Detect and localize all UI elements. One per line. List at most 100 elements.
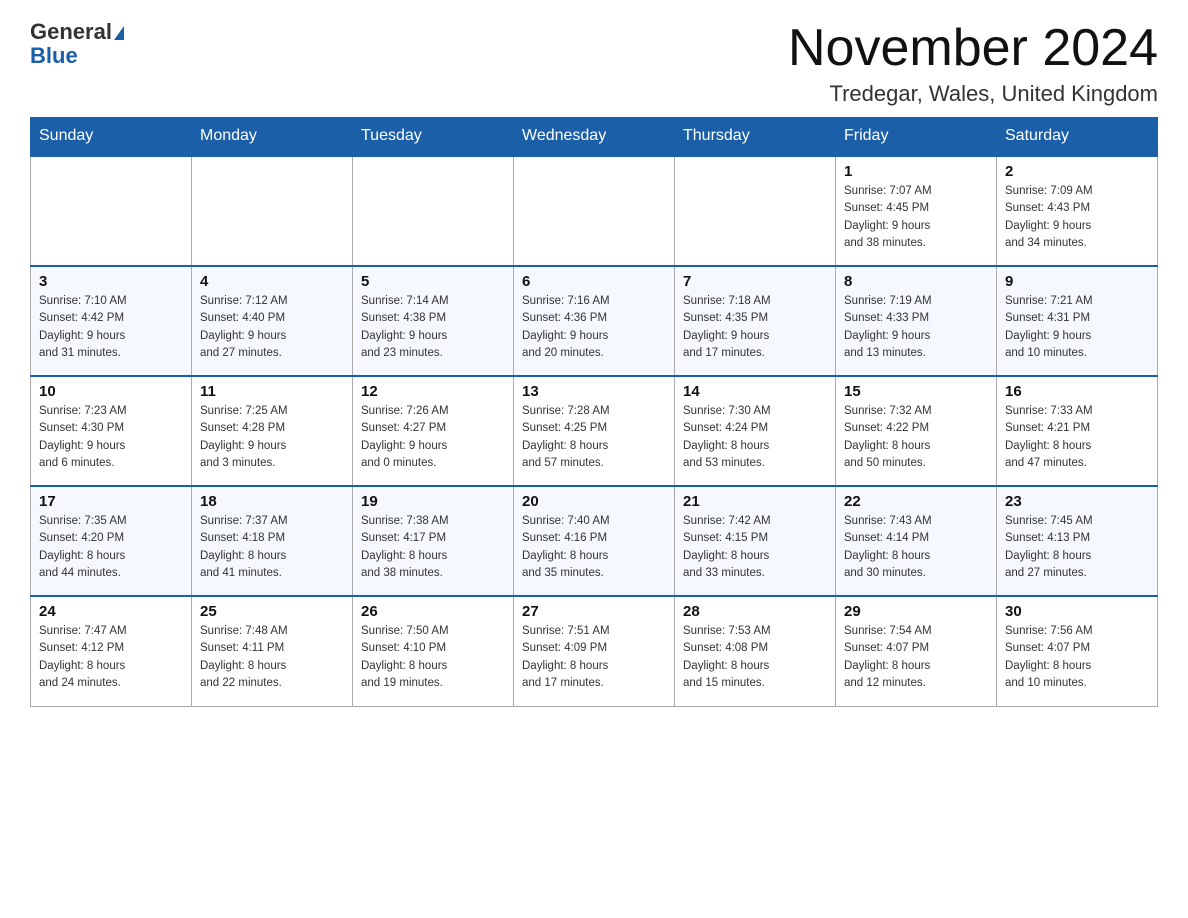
calendar-cell: 20Sunrise: 7:40 AM Sunset: 4:16 PM Dayli… <box>514 486 675 596</box>
day-info: Sunrise: 7:32 AM Sunset: 4:22 PM Dayligh… <box>844 403 988 472</box>
calendar-title-area: November 2024 Tredegar, Wales, United Ki… <box>788 20 1158 107</box>
calendar-week-row: 10 Sunrise: 7:23 AM Sunset: 4:30 PM Dayli… <box>31 376 1158 486</box>
calendar-cell: 22 Sunrise: 7:43 AM Sunset: 4:14 PM Dayli… <box>836 486 997 596</box>
day-number: 29 <box>844 603 988 620</box>
day-number: 30 <box>1005 603 1149 620</box>
logo: General Blue <box>30 20 124 68</box>
calendar-cell: 28 Sunrise: 7:53 AM Sunset: 4:08 PM Dayli… <box>675 596 836 706</box>
calendar-cell: 19 Sunrise: 7:38 AM Sunset: 4:17 PM Dayli… <box>353 486 514 596</box>
day-of-week-header: Wednesday <box>514 117 675 156</box>
day-number: 5 <box>361 273 505 290</box>
calendar-cell: 3Sunrise: 7:10 AM Sunset: 4:42 PM Daylig… <box>31 266 192 376</box>
day-number: 2 <box>1005 163 1149 180</box>
logo-triangle-icon <box>114 26 124 40</box>
calendar-cell <box>514 156 675 266</box>
calendar-cell <box>675 156 836 266</box>
day-info: Sunrise: 7:10 AM Sunset: 4:42 PM Dayligh… <box>39 293 183 362</box>
day-number: 10 <box>39 383 183 400</box>
calendar-cell: 27 Sunrise: 7:51 AM Sunset: 4:09 PM Dayli… <box>514 596 675 706</box>
day-of-week-header: Tuesday <box>353 117 514 156</box>
calendar-week-row: 24 Sunrise: 7:47 AM Sunset: 4:12 PM Dayli… <box>31 596 1158 706</box>
day-info: Sunrise: 7:54 AM Sunset: 4:07 PM Dayligh… <box>844 623 988 692</box>
day-number: 18 <box>200 493 344 510</box>
day-info: Sunrise: 7:38 AM Sunset: 4:17 PM Dayligh… <box>361 513 505 582</box>
calendar-week-row: 3Sunrise: 7:10 AM Sunset: 4:42 PM Daylig… <box>31 266 1158 376</box>
calendar-cell: 5 Sunrise: 7:14 AM Sunset: 4:38 PM Daylig… <box>353 266 514 376</box>
day-number: 7 <box>683 273 827 290</box>
calendar-table: SundayMondayTuesdayWednesdayThursdayFrid… <box>30 117 1158 707</box>
calendar-cell: 4 Sunrise: 7:12 AM Sunset: 4:40 PM Daylig… <box>192 266 353 376</box>
calendar-cell: 9Sunrise: 7:21 AM Sunset: 4:31 PM Daylig… <box>997 266 1158 376</box>
day-info: Sunrise: 7:23 AM Sunset: 4:30 PM Dayligh… <box>39 403 183 472</box>
day-info: Sunrise: 7:47 AM Sunset: 4:12 PM Dayligh… <box>39 623 183 692</box>
day-info: Sunrise: 7:30 AM Sunset: 4:24 PM Dayligh… <box>683 403 827 472</box>
day-of-week-header: Sunday <box>31 117 192 156</box>
calendar-cell: 7 Sunrise: 7:18 AM Sunset: 4:35 PM Daylig… <box>675 266 836 376</box>
day-number: 13 <box>522 383 666 400</box>
day-of-week-header: Monday <box>192 117 353 156</box>
day-info: Sunrise: 7:28 AM Sunset: 4:25 PM Dayligh… <box>522 403 666 472</box>
day-number: 28 <box>683 603 827 620</box>
logo-general-text: General <box>30 19 112 44</box>
calendar-week-row: 17Sunrise: 7:35 AM Sunset: 4:20 PM Dayli… <box>31 486 1158 596</box>
calendar-cell: 1Sunrise: 7:07 AM Sunset: 4:45 PM Daylig… <box>836 156 997 266</box>
day-number: 9 <box>1005 273 1149 290</box>
day-info: Sunrise: 7:43 AM Sunset: 4:14 PM Dayligh… <box>844 513 988 582</box>
logo-blue-text: Blue <box>30 43 78 68</box>
calendar-cell <box>31 156 192 266</box>
day-info: Sunrise: 7:51 AM Sunset: 4:09 PM Dayligh… <box>522 623 666 692</box>
calendar-cell: 17Sunrise: 7:35 AM Sunset: 4:20 PM Dayli… <box>31 486 192 596</box>
day-info: Sunrise: 7:45 AM Sunset: 4:13 PM Dayligh… <box>1005 513 1149 582</box>
day-info: Sunrise: 7:25 AM Sunset: 4:28 PM Dayligh… <box>200 403 344 472</box>
day-info: Sunrise: 7:33 AM Sunset: 4:21 PM Dayligh… <box>1005 403 1149 472</box>
calendar-cell: 21 Sunrise: 7:42 AM Sunset: 4:15 PM Dayli… <box>675 486 836 596</box>
day-number: 21 <box>683 493 827 510</box>
page-header: General Blue November 2024 Tredegar, Wal… <box>30 20 1158 107</box>
day-info: Sunrise: 7:12 AM Sunset: 4:40 PM Dayligh… <box>200 293 344 362</box>
day-number: 8 <box>844 273 988 290</box>
calendar-cell <box>353 156 514 266</box>
calendar-cell: 2Sunrise: 7:09 AM Sunset: 4:43 PM Daylig… <box>997 156 1158 266</box>
calendar-cell: 26Sunrise: 7:50 AM Sunset: 4:10 PM Dayli… <box>353 596 514 706</box>
day-number: 1 <box>844 163 988 180</box>
calendar-cell <box>192 156 353 266</box>
day-info: Sunrise: 7:18 AM Sunset: 4:35 PM Dayligh… <box>683 293 827 362</box>
day-info: Sunrise: 7:14 AM Sunset: 4:38 PM Dayligh… <box>361 293 505 362</box>
day-number: 22 <box>844 493 988 510</box>
day-number: 16 <box>1005 383 1149 400</box>
calendar-cell: 11 Sunrise: 7:25 AM Sunset: 4:28 PM Dayli… <box>192 376 353 486</box>
day-info: Sunrise: 7:26 AM Sunset: 4:27 PM Dayligh… <box>361 403 505 472</box>
calendar-cell: 16 Sunrise: 7:33 AM Sunset: 4:21 PM Dayli… <box>997 376 1158 486</box>
day-number: 11 <box>200 383 344 400</box>
day-number: 6 <box>522 273 666 290</box>
calendar-cell: 24 Sunrise: 7:47 AM Sunset: 4:12 PM Dayli… <box>31 596 192 706</box>
day-number: 27 <box>522 603 666 620</box>
day-info: Sunrise: 7:48 AM Sunset: 4:11 PM Dayligh… <box>200 623 344 692</box>
day-number: 20 <box>522 493 666 510</box>
day-info: Sunrise: 7:53 AM Sunset: 4:08 PM Dayligh… <box>683 623 827 692</box>
day-number: 26 <box>361 603 505 620</box>
calendar-header-row: SundayMondayTuesdayWednesdayThursdayFrid… <box>31 117 1158 156</box>
day-info: Sunrise: 7:42 AM Sunset: 4:15 PM Dayligh… <box>683 513 827 582</box>
calendar-cell: 14 Sunrise: 7:30 AM Sunset: 4:24 PM Dayli… <box>675 376 836 486</box>
calendar-title: November 2024 <box>788 20 1158 77</box>
day-of-week-header: Friday <box>836 117 997 156</box>
day-of-week-header: Saturday <box>997 117 1158 156</box>
day-number: 14 <box>683 383 827 400</box>
day-info: Sunrise: 7:16 AM Sunset: 4:36 PM Dayligh… <box>522 293 666 362</box>
day-number: 17 <box>39 493 183 510</box>
day-number: 23 <box>1005 493 1149 510</box>
day-number: 19 <box>361 493 505 510</box>
calendar-cell: 29 Sunrise: 7:54 AM Sunset: 4:07 PM Dayli… <box>836 596 997 706</box>
day-number: 24 <box>39 603 183 620</box>
calendar-cell: 23 Sunrise: 7:45 AM Sunset: 4:13 PM Dayli… <box>997 486 1158 596</box>
calendar-subtitle: Tredegar, Wales, United Kingdom <box>788 81 1158 107</box>
day-number: 4 <box>200 273 344 290</box>
calendar-cell: 6 Sunrise: 7:16 AM Sunset: 4:36 PM Daylig… <box>514 266 675 376</box>
day-info: Sunrise: 7:56 AM Sunset: 4:07 PM Dayligh… <box>1005 623 1149 692</box>
calendar-cell: 10 Sunrise: 7:23 AM Sunset: 4:30 PM Dayli… <box>31 376 192 486</box>
day-info: Sunrise: 7:19 AM Sunset: 4:33 PM Dayligh… <box>844 293 988 362</box>
calendar-week-row: 1Sunrise: 7:07 AM Sunset: 4:45 PM Daylig… <box>31 156 1158 266</box>
calendar-cell: 15Sunrise: 7:32 AM Sunset: 4:22 PM Dayli… <box>836 376 997 486</box>
calendar-cell: 25Sunrise: 7:48 AM Sunset: 4:11 PM Dayli… <box>192 596 353 706</box>
